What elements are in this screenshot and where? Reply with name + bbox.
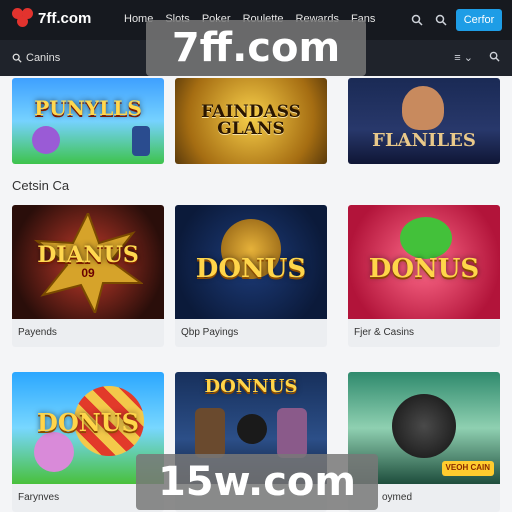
game-caption: Payends bbox=[12, 319, 164, 347]
game-title: FAINDASS GLANS bbox=[201, 102, 301, 139]
game-title: PUNYLLS bbox=[34, 96, 142, 120]
promo-badge: VEOH CAIN bbox=[441, 461, 494, 476]
header-cta-button[interactable]: Cerfor bbox=[456, 9, 502, 31]
game-caption: Fjer & Casins bbox=[348, 319, 500, 347]
search-icon[interactable] bbox=[406, 9, 428, 31]
brand-logo[interactable]: 7ff.com bbox=[12, 8, 91, 28]
character-portrait-icon bbox=[402, 86, 444, 130]
character-icon bbox=[132, 126, 150, 156]
game-card-art: FLANILES bbox=[348, 78, 500, 164]
chevron-down-icon[interactable]: ≡ ⌄ bbox=[454, 51, 473, 64]
search-icon[interactable] bbox=[489, 51, 500, 62]
bomb-icon bbox=[237, 414, 267, 444]
mascot-icon bbox=[34, 432, 74, 472]
clover-icon bbox=[400, 217, 452, 259]
character-icon bbox=[195, 408, 225, 458]
game-card-art: DONUS bbox=[175, 205, 327, 319]
game-card[interactable]: DONUS Qbp Payings bbox=[175, 205, 327, 347]
game-card-art: DIANUS 09 bbox=[12, 205, 164, 319]
game-card[interactable]: DIANUS 09 Payends bbox=[12, 205, 164, 347]
logo-text: 7ff.com bbox=[38, 9, 92, 27]
category-search[interactable]: Canins bbox=[12, 52, 60, 64]
game-caption: Qbp Payings bbox=[175, 319, 327, 347]
game-subtitle: 09 bbox=[81, 266, 95, 280]
sea-mine-icon bbox=[392, 394, 456, 458]
game-title: DIANUS bbox=[37, 242, 139, 268]
watermark-bottom: 15w.com bbox=[136, 454, 378, 510]
game-card[interactable]: PUNYLLS bbox=[12, 78, 164, 164]
subbar-controls: ≡ ⌄ bbox=[454, 51, 500, 64]
game-card-art: DONUS bbox=[348, 205, 500, 319]
game-title: DONNUS bbox=[204, 376, 298, 397]
watermark-top: 7ff.com bbox=[146, 20, 366, 76]
game-title: FLANILES bbox=[372, 130, 476, 151]
logo-hearts-icon bbox=[12, 8, 34, 28]
search-icon bbox=[12, 53, 22, 63]
game-card[interactable]: DONUS Fjer & Casins bbox=[348, 205, 500, 347]
game-card[interactable]: FLANILES bbox=[348, 78, 500, 164]
game-card-art: FAINDASS GLANS bbox=[175, 78, 327, 164]
game-card-art: PUNYLLS bbox=[12, 78, 164, 164]
game-title: DONUS bbox=[368, 254, 480, 284]
character-icon bbox=[277, 408, 307, 458]
category-search-label: Canins bbox=[26, 52, 61, 64]
game-card[interactable]: FAINDASS GLANS bbox=[175, 78, 327, 164]
game-title: DONUS bbox=[37, 408, 139, 437]
section-title: Cetsin Ca bbox=[12, 178, 70, 193]
game-title: DONUS bbox=[195, 254, 307, 284]
search-icon[interactable] bbox=[430, 9, 452, 31]
mascot-icon bbox=[32, 126, 60, 154]
